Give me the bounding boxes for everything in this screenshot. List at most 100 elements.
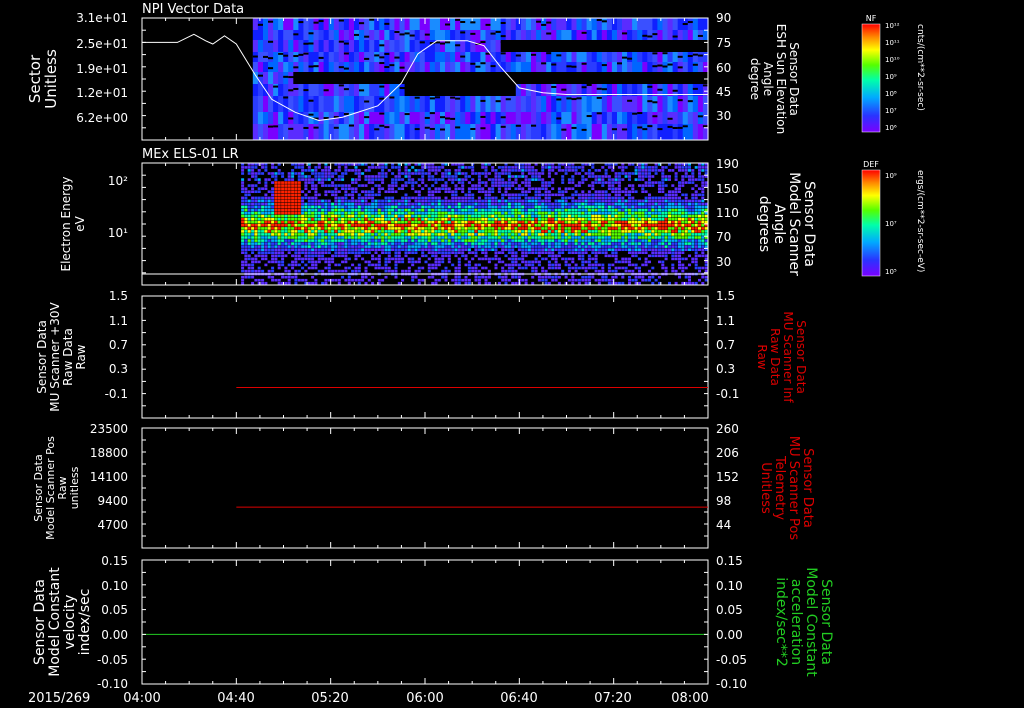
panel2-heat-cell xyxy=(374,211,378,215)
panel1-heat-cell xyxy=(591,72,598,84)
panel2-heat-cell xyxy=(474,239,478,242)
panel2-heat-cell xyxy=(494,254,498,258)
panel1-heat-cell xyxy=(662,124,669,140)
panel1-heat-gap xyxy=(647,125,653,128)
panel2-heat-cell xyxy=(261,227,265,230)
panel2-heat-cell xyxy=(454,230,458,233)
panel2-heat-cell xyxy=(454,190,458,193)
panel2-heat-cell xyxy=(404,245,408,248)
panel2-heat-cell xyxy=(377,245,381,248)
panel2-heat-cell xyxy=(454,278,458,282)
panel2-heat-cell xyxy=(247,257,251,261)
panel2-heat-cell xyxy=(427,275,431,279)
panel2-heat-cell xyxy=(464,220,468,224)
panel2-heat-cell xyxy=(547,254,551,258)
panel2-heat-cell xyxy=(474,202,478,206)
panel2-heat-cell xyxy=(484,190,488,193)
panel2-heat-cell xyxy=(501,245,505,248)
panel2-heat-cell xyxy=(367,239,371,242)
panel2-heat-cell xyxy=(407,202,411,206)
panel2-heat-cell xyxy=(604,251,608,254)
panel2-heat-cell xyxy=(397,227,401,230)
panel2-heat-cell xyxy=(331,248,335,251)
panel2-heat-cell xyxy=(537,199,541,203)
panel2-heat-cell xyxy=(271,205,275,209)
panel2-heat-cell xyxy=(317,245,321,248)
panel2-heat-cell xyxy=(451,208,455,212)
panel2-heat-cell xyxy=(364,260,368,264)
panel2-heat-cell xyxy=(474,214,478,218)
panel2-heat-cell xyxy=(521,248,525,251)
panel2-heat-cell xyxy=(534,248,538,251)
panel2-heat-cell xyxy=(351,230,355,233)
panel1-heat-cell xyxy=(586,52,593,62)
panel2-heat-cell xyxy=(324,175,328,178)
panel2-heat-cell xyxy=(554,278,558,282)
panel2-heat-cell xyxy=(597,196,601,200)
panel1-heat-gap xyxy=(662,74,669,77)
panel2-heat-cell xyxy=(591,245,595,248)
panel2-heat-cell xyxy=(404,196,408,200)
panel2-heat-cell xyxy=(271,193,275,197)
panel2-heat-cell xyxy=(617,190,621,193)
panel2-heat-cell xyxy=(287,199,291,203)
panel2-heat-cell xyxy=(247,248,251,251)
panel2-heat-cell xyxy=(304,269,308,273)
panel2-heat-cell xyxy=(341,175,345,178)
panel1-heat-cell xyxy=(323,30,330,40)
panel2-heat-cell xyxy=(304,257,308,261)
panel2-heat-cell xyxy=(334,178,338,181)
panel2-heat-cell xyxy=(574,184,578,187)
panel2-heat-cell xyxy=(551,217,555,221)
panel1-heat-gap xyxy=(480,62,487,65)
panel2-heat-cell xyxy=(431,202,435,206)
panel2-heat-cell xyxy=(347,227,351,230)
panel2-heat-cell xyxy=(474,248,478,251)
panel1-heat-cell xyxy=(434,18,441,30)
panel1-heat-gap xyxy=(414,128,421,131)
panel2-heat-cell xyxy=(631,269,635,273)
panel2-heat-cell xyxy=(491,230,495,233)
panel1-heat-cell xyxy=(434,52,441,62)
panel2-heat-cell xyxy=(557,233,561,236)
panel2-heat-cell xyxy=(387,227,391,230)
panel1-heat-cell xyxy=(662,112,669,124)
panel2-heat-cell xyxy=(584,202,588,206)
panel2-heat-cell xyxy=(311,233,315,236)
panel2-heat-cell xyxy=(561,217,565,221)
panel2-heat-cell xyxy=(251,248,255,251)
panel2-heat-cell xyxy=(374,251,378,254)
panel2-heat-cell xyxy=(434,172,438,175)
panel1-heat-cell xyxy=(328,72,335,84)
panel2-heat-cell xyxy=(391,199,395,203)
panel2-heat-cell xyxy=(404,230,408,233)
panel2-heat-cell xyxy=(511,233,515,236)
panel2-heat-cell xyxy=(357,242,361,245)
panel2-heat-cell xyxy=(321,172,325,175)
panel2-heat-cell xyxy=(554,220,558,224)
panel1-heat-cell xyxy=(318,84,325,96)
panel1-right-tick-4: 30 xyxy=(716,109,731,123)
panel2-heat-cell xyxy=(451,217,455,221)
panel2-heat-cell xyxy=(427,239,431,242)
panel2-heat-cell xyxy=(514,202,518,206)
panel2-heat-cell xyxy=(431,196,435,200)
panel2-heat-cell xyxy=(594,278,598,282)
panel2-heat-cell xyxy=(624,233,628,236)
panel1-heat-cell xyxy=(283,62,289,72)
panel2-heat-cell xyxy=(354,236,358,239)
panel2-heat-cell xyxy=(357,220,361,224)
panel1-heat-cell xyxy=(536,96,542,112)
panel2-heat-cell xyxy=(631,220,635,224)
panel1-heat-gap xyxy=(440,42,446,45)
panel2-heat-cell xyxy=(584,278,588,282)
panel2-heat-cell xyxy=(604,254,608,258)
panel2-heat-cell xyxy=(427,251,431,254)
panel2-heat-cell xyxy=(554,260,558,264)
panel2-heat-cell xyxy=(374,239,378,242)
panel2-heat-cell xyxy=(371,275,375,279)
panel1-heat-cell xyxy=(359,40,365,52)
panel2-heat-cell xyxy=(344,169,348,172)
colorbar-nf-tick-6: 10⁶ xyxy=(885,124,897,132)
panel2-heat-cell xyxy=(431,245,435,248)
